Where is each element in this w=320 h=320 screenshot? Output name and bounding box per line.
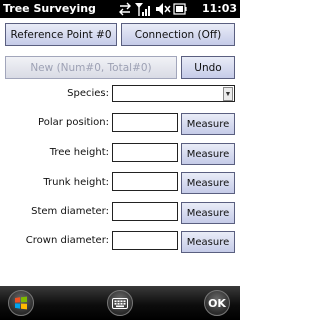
- polar-position-measure-button[interactable]: Measure: [181, 113, 235, 135]
- ok-button[interactable]: OK: [204, 290, 230, 316]
- title-bar: Tree Surveying 11:03: [0, 0, 240, 18]
- reference-point-button[interactable]: Reference Point #0: [5, 23, 117, 46]
- status-icons[interactable]: [118, 1, 190, 17]
- tree-height-measure-button[interactable]: Measure: [181, 143, 235, 165]
- chevron-down-icon[interactable]: ▼: [223, 87, 233, 101]
- tree-height-field[interactable]: [112, 143, 178, 162]
- soft-key-bar: OK: [0, 286, 240, 320]
- crown-diameter-measure-button[interactable]: Measure: [181, 231, 235, 253]
- species-label: Species:: [67, 88, 109, 99]
- app-title: Tree Surveying: [3, 2, 96, 15]
- trunk-height-measure-button[interactable]: Measure: [181, 172, 235, 194]
- undo-button[interactable]: Undo: [181, 56, 235, 79]
- stem-diameter-label: Stem diameter:: [31, 206, 109, 217]
- clock[interactable]: 11:03: [202, 2, 237, 15]
- ok-label: OK: [208, 296, 226, 310]
- volume-muted-icon[interactable]: [156, 3, 171, 15]
- signal-icon[interactable]: [135, 3, 150, 16]
- battery-icon[interactable]: [173, 3, 187, 15]
- crown-diameter-field[interactable]: [112, 231, 178, 250]
- connection-button[interactable]: Connection (Off): [121, 23, 235, 46]
- new-tree-button[interactable]: New (Num#0, Total#0): [5, 56, 177, 79]
- keyboard-button[interactable]: [107, 290, 133, 316]
- stem-diameter-field[interactable]: [112, 202, 178, 221]
- tree-height-label: Tree height:: [49, 147, 109, 158]
- trunk-height-label: Trunk height:: [43, 177, 109, 188]
- crown-diameter-label: Crown diameter:: [25, 235, 109, 246]
- stem-diameter-measure-button[interactable]: Measure: [181, 202, 235, 224]
- windows-start-button[interactable]: [8, 290, 34, 316]
- connectivity-icon[interactable]: [119, 2, 131, 16]
- trunk-height-field[interactable]: [112, 172, 178, 191]
- keyboard-icon: [112, 297, 128, 309]
- polar-position-label: Polar position:: [38, 117, 109, 128]
- polar-position-field[interactable]: [112, 113, 178, 132]
- species-dropdown[interactable]: ▼: [112, 85, 235, 102]
- windows-start-icon: [15, 296, 27, 310]
